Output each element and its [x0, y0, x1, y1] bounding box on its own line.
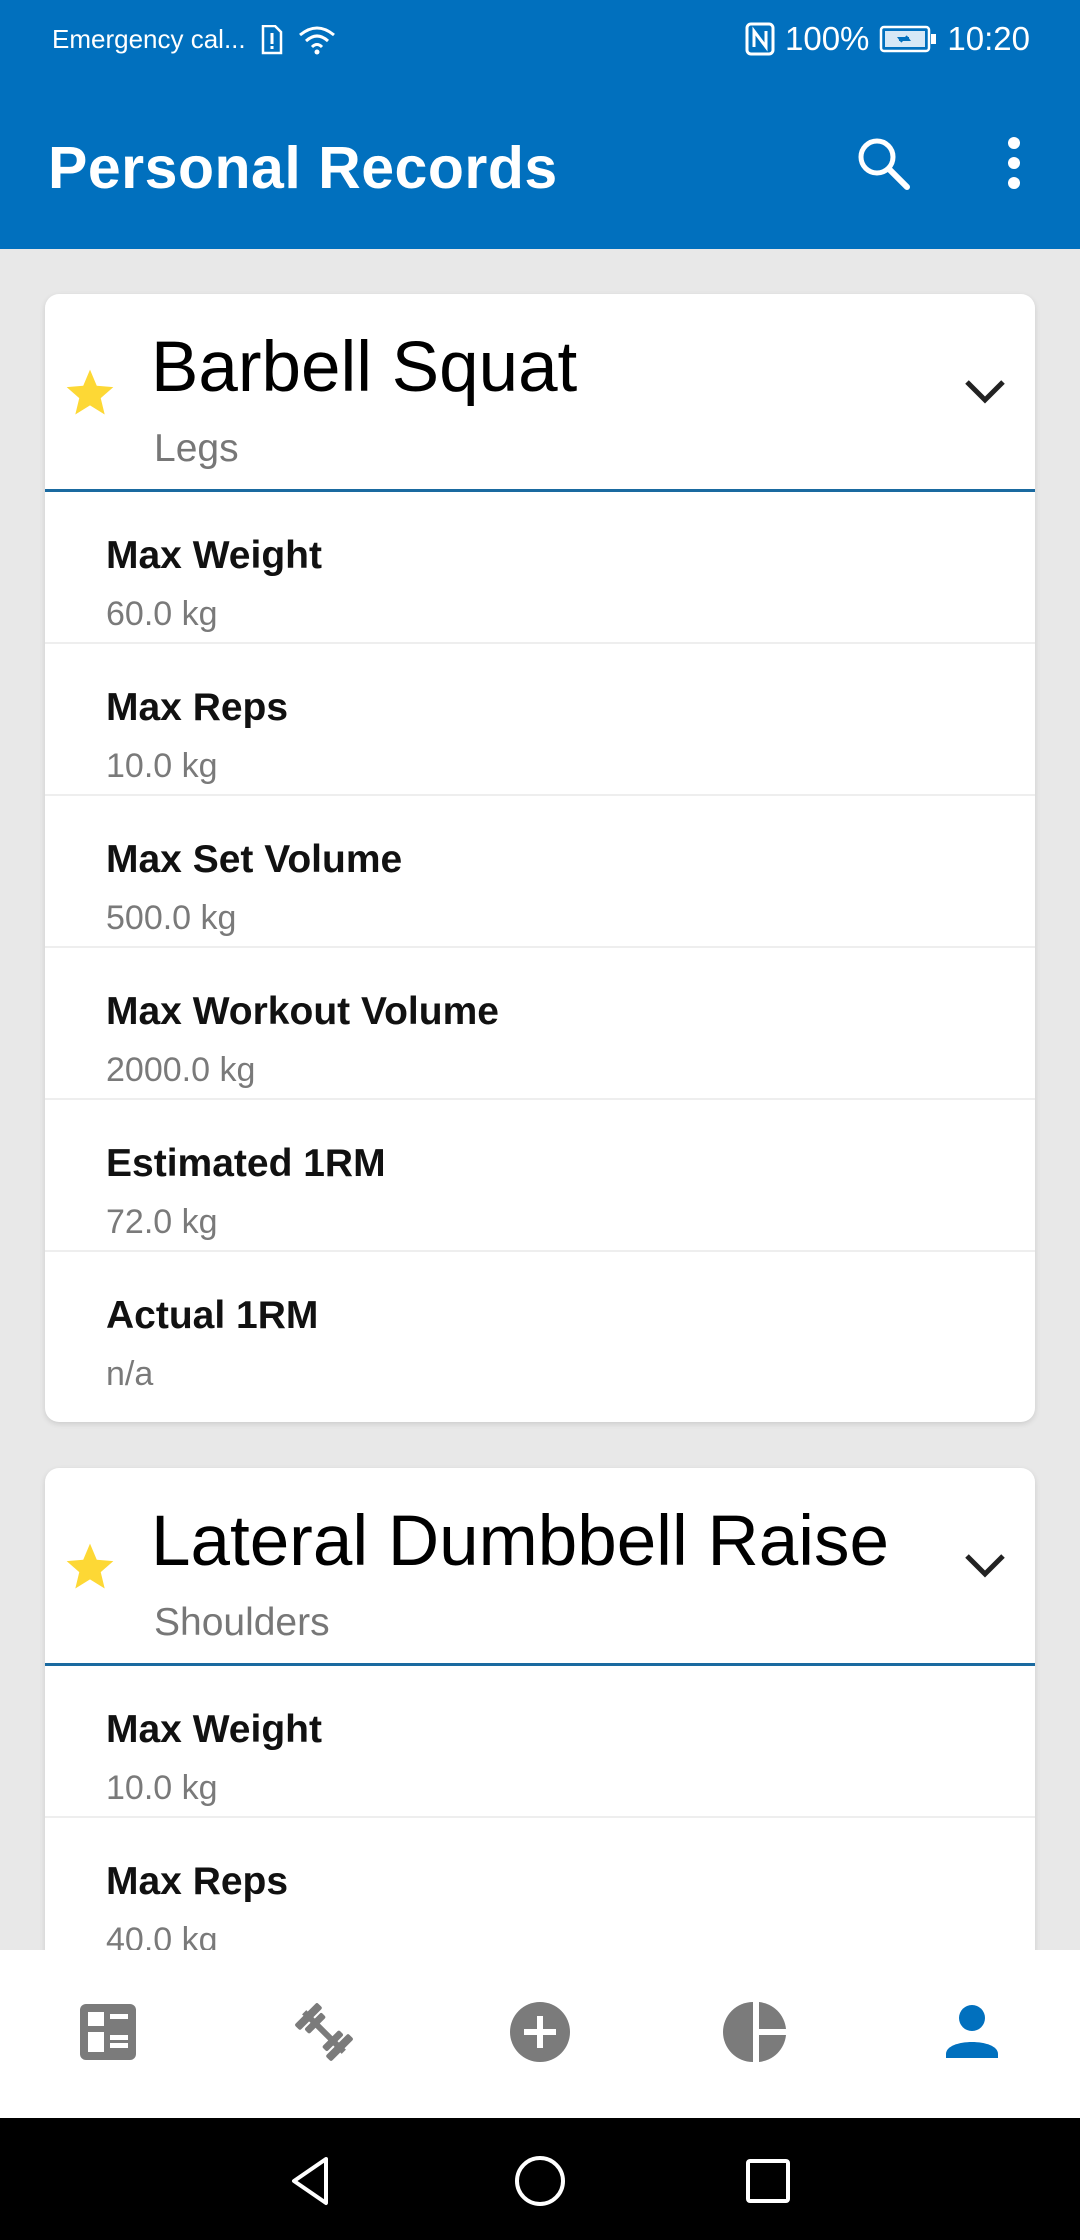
record-label: Actual 1RM	[106, 1294, 319, 1337]
record-value: 2000.0 kg	[106, 1051, 256, 1089]
dashboard-icon[interactable]	[68, 1992, 148, 2072]
record-value: 60.0 kg	[106, 595, 218, 633]
record-label: Estimated 1RM	[106, 1142, 386, 1185]
chevron-down-icon[interactable]	[962, 376, 1008, 406]
record-label: Max Weight	[106, 534, 322, 577]
home-icon[interactable]	[510, 2151, 570, 2211]
favorite-star-icon[interactable]	[62, 1539, 118, 1595]
exercise-card: Lateral Dumbbell Raise Shoulders Max Wei…	[45, 1468, 1035, 1950]
nfc-icon	[745, 22, 775, 56]
record-label: Max Reps	[106, 686, 289, 729]
page-title: Personal Records	[48, 135, 558, 201]
record-row: Max Weight 60.0 kg	[45, 492, 1035, 644]
record-label: Max Set Volume	[106, 838, 403, 881]
exercise-category: Shoulders	[154, 1601, 330, 1644]
search-icon[interactable]	[853, 133, 913, 193]
record-row: Actual 1RM n/a	[45, 1252, 1035, 1402]
record-row: Estimated 1RM 72.0 kg	[45, 1100, 1035, 1252]
dumbbell-icon[interactable]	[284, 1992, 364, 2072]
record-label: Max Weight	[106, 1708, 322, 1751]
record-row: Max Reps 10.0 kg	[45, 644, 1035, 796]
wifi-icon	[298, 26, 335, 54]
system-navigation-bar	[0, 2118, 1080, 2240]
record-row: Max Reps 40.0 kg	[45, 1818, 1035, 1950]
records-list[interactable]: Barbell Squat Legs Max Weight 60.0 kg Ma…	[0, 249, 1080, 1950]
record-value: 500.0 kg	[106, 899, 237, 937]
record-label: Max Workout Volume	[106, 990, 499, 1033]
favorite-star-icon[interactable]	[62, 365, 118, 421]
exercise-card-header[interactable]: Barbell Squat Legs	[45, 294, 1035, 492]
chevron-down-icon[interactable]	[962, 1550, 1008, 1580]
battery-icon	[880, 25, 937, 53]
more-options-icon[interactable]	[996, 133, 1032, 193]
pie-chart-icon[interactable]	[716, 1992, 796, 2072]
record-value: 40.0 kg	[106, 1921, 218, 1950]
record-value: n/a	[106, 1355, 154, 1393]
exercise-category: Legs	[154, 427, 239, 470]
record-value: 10.0 kg	[106, 747, 218, 785]
record-value: 10.0 kg	[106, 1769, 218, 1807]
record-value: 72.0 kg	[106, 1203, 218, 1241]
record-row: Max Weight 10.0 kg	[45, 1666, 1035, 1818]
battery-percent: 100%	[785, 20, 870, 57]
back-icon[interactable]	[280, 2151, 340, 2211]
app-header: Emergency cal... 100% 10:20 Personal Rec…	[0, 0, 1080, 249]
exercise-card-header[interactable]: Lateral Dumbbell Raise Shoulders	[45, 1468, 1035, 1666]
record-row: Max Set Volume 500.0 kg	[45, 796, 1035, 948]
clock: 10:20	[947, 20, 1030, 57]
exercise-name: Barbell Squat	[151, 328, 578, 407]
exercise-name: Lateral Dumbbell Raise	[151, 1502, 889, 1581]
record-label: Max Reps	[106, 1860, 289, 1903]
carrier-text: Emergency cal...	[52, 24, 246, 54]
sim-alert-icon	[261, 24, 282, 54]
record-row: Max Workout Volume 2000.0 kg	[45, 948, 1035, 1100]
status-bar: Emergency cal... 100% 10:20	[0, 0, 1080, 82]
exercise-card: Barbell Squat Legs Max Weight 60.0 kg Ma…	[45, 294, 1035, 1422]
recents-icon[interactable]	[738, 2151, 798, 2211]
add-circle-icon[interactable]	[500, 1992, 580, 2072]
bottom-navigation	[0, 1950, 1080, 2118]
person-icon[interactable]	[932, 1992, 1012, 2072]
